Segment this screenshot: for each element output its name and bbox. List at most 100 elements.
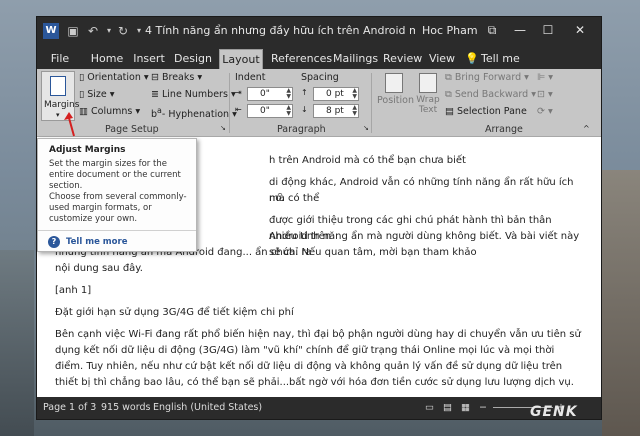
lightbulb-icon: 💡 — [465, 52, 479, 65]
position-button[interactable]: Position — [377, 71, 414, 119]
spacing-before-icon: ↑ — [301, 88, 308, 97]
tab-file[interactable]: File — [45, 49, 75, 69]
word-count[interactable]: 915 words — [101, 402, 150, 413]
red-arrow-icon — [64, 112, 75, 137]
watermark-logo: GENK — [530, 404, 578, 420]
background-hill — [0, 250, 34, 436]
image-placeholder: [anh 1] — [55, 285, 92, 296]
paragraph-3a: Bên cạnh việc Wi-Fi đang rất phổ biến hi… — [55, 329, 581, 340]
tab-view[interactable]: View — [427, 49, 457, 69]
tooltip-line-1: Set the margin sizes for the entire docu… — [49, 159, 181, 191]
orientation-icon: ▯ — [79, 72, 88, 83]
spin-arrows-icon[interactable]: ▲ ▼ — [286, 88, 291, 100]
line-numbers-button[interactable]: ≣ Line Numbers ▾ — [151, 89, 236, 100]
paragraph-group-label: Paragraph — [277, 124, 326, 135]
ribbon-display-options-icon[interactable]: ⧉ — [481, 20, 503, 40]
hyphenation-button[interactable]: ba- Hyphenation ▾ — [151, 106, 237, 120]
orientation-label: Orientation — [87, 72, 141, 83]
tab-design[interactable]: Design — [173, 49, 213, 69]
tab-insert[interactable]: Insert — [131, 49, 167, 69]
columns-label: Columns — [91, 106, 133, 117]
selection-pane-icon: ▤ — [445, 106, 457, 117]
paragraph-3d: thiết bị thì chẳng bao lâu, có thể bạn s… — [55, 377, 574, 388]
help-icon: ? — [48, 236, 60, 248]
page-setup-launcher-icon[interactable]: ↘ — [220, 124, 226, 132]
status-bar: Page 1 of 3 915 words English (United St… — [37, 397, 601, 419]
save-icon[interactable]: ▣ — [65, 23, 81, 39]
page-count[interactable]: Page 1 of 3 — [43, 402, 96, 413]
tab-layout[interactable]: Layout — [219, 49, 263, 69]
hyphenation-label: Hyphenation — [168, 109, 230, 121]
breaks-label: Breaks — [161, 72, 195, 83]
web-layout-icon[interactable]: ▦ — [461, 402, 470, 413]
page-setup-group-label: Page Setup — [105, 124, 159, 135]
margins-label: Margins — [44, 100, 80, 110]
align-icon[interactable]: ⊫ ▾ — [537, 72, 553, 83]
spin-arrows-icon[interactable]: ▲ ▼ — [352, 88, 357, 100]
subheading: Đặt giới hạn sử dụng 3G/4G để tiết kiệm … — [55, 307, 294, 318]
rotate-icon[interactable]: ⟳ ▾ — [537, 106, 553, 117]
bring-forward-icon: ⧉ — [445, 72, 455, 83]
spacing-after-input[interactable]: 8 pt ▲ ▼ — [313, 104, 359, 118]
indent-left-icon: ⇥ — [235, 88, 242, 97]
spacing-after-value: 8 pt — [326, 106, 344, 116]
spin-arrows-icon[interactable]: ▲ ▼ — [352, 105, 357, 117]
breaks-icon: ⊟ — [151, 72, 162, 83]
selection-pane-button[interactable]: ▤ Selection Pane — [445, 106, 527, 117]
collapse-ribbon-icon[interactable]: ^ — [583, 124, 590, 133]
indent-left-input[interactable]: 0" ▲ ▼ — [247, 87, 293, 101]
columns-icon: ▥ — [79, 106, 91, 117]
title-bar: W ▣ ↶ ▾ ↻ ▾ 4 Tính năng ẩn nhưng đầy hữu… — [37, 17, 601, 45]
spacing-after-icon: ↓ — [301, 105, 308, 114]
tab-review[interactable]: Review — [383, 49, 422, 69]
spacing-label: Spacing — [301, 72, 339, 83]
indent-right-value: 0" — [260, 106, 270, 116]
indent-right-input[interactable]: 0" ▲ ▼ — [247, 104, 293, 118]
margins-dropdown-icon: ▾ — [56, 111, 60, 119]
send-backward-icon: ⧉ — [445, 89, 455, 100]
spin-arrows-icon[interactable]: ▲ ▼ — [286, 105, 291, 117]
margins-icon — [50, 76, 66, 96]
tab-references[interactable]: References — [271, 49, 332, 69]
size-button[interactable]: ▯ Size ▾ — [79, 89, 115, 100]
user-name[interactable]: Hoc Pham — [422, 24, 478, 37]
wrap-text-label: Wrap Text — [416, 95, 440, 115]
send-backward-label: Send Backward — [454, 89, 529, 100]
indent-right-icon: ⇤ — [235, 105, 242, 114]
selection-pane-label: Selection Pane — [457, 106, 527, 117]
orientation-button[interactable]: ▯ Orientation ▾ — [79, 72, 149, 83]
background-cliff — [602, 170, 640, 436]
maximize-button[interactable]: ☐ — [537, 20, 559, 40]
size-icon: ▯ — [79, 89, 88, 100]
redo-icon[interactable]: ↻ — [115, 23, 131, 39]
language-status[interactable]: English (United States) — [153, 402, 262, 413]
position-label: Position — [377, 95, 414, 106]
group-icon[interactable]: ⊡ ▾ — [537, 89, 553, 100]
send-backward-button[interactable]: ⧉ Send Backward ▾ — [445, 89, 536, 100]
hyphenation-icon: ba- — [151, 106, 169, 121]
wrap-text-icon — [419, 73, 437, 93]
tell-me-more-link[interactable]: Tell me more — [66, 237, 208, 248]
tab-mailings[interactable]: Mailings — [333, 49, 378, 69]
paragraph-3c: điểm. Tuy nhiên, nếu như cứ bật kết nối … — [55, 361, 563, 372]
zoom-out-icon[interactable]: − — [479, 402, 487, 413]
group-divider — [229, 73, 230, 133]
spacing-before-input[interactable]: 0 pt ▲ ▼ — [313, 87, 359, 101]
bring-forward-button[interactable]: ⧉ Bring Forward ▾ — [445, 72, 529, 83]
tell-me-search[interactable]: Tell me — [481, 49, 521, 69]
group-divider — [371, 73, 372, 133]
wrap-text-button[interactable]: Wrap Text — [415, 71, 441, 119]
print-layout-icon[interactable]: ▤ — [443, 402, 452, 413]
paragraph-3b: dụng kết nối dữ liệu di động (3G/4G) làm… — [55, 345, 555, 356]
columns-button[interactable]: ▥ Columns ▾ — [79, 106, 140, 117]
tooltip-line-2: Choose from several commonly-used margin… — [49, 192, 187, 224]
line-numbers-icon: ≣ — [151, 89, 162, 100]
minimize-button[interactable]: — — [509, 20, 531, 40]
close-button[interactable]: ✕ — [569, 20, 591, 40]
read-mode-icon[interactable]: ▭ — [425, 402, 434, 413]
bring-forward-label: Bring Forward — [454, 72, 522, 83]
paragraph-launcher-icon[interactable]: ↘ — [363, 124, 369, 132]
undo-icon[interactable]: ↶ — [85, 23, 101, 39]
breaks-button[interactable]: ⊟ Breaks ▾ — [151, 72, 202, 83]
tab-home[interactable]: Home — [89, 49, 125, 69]
